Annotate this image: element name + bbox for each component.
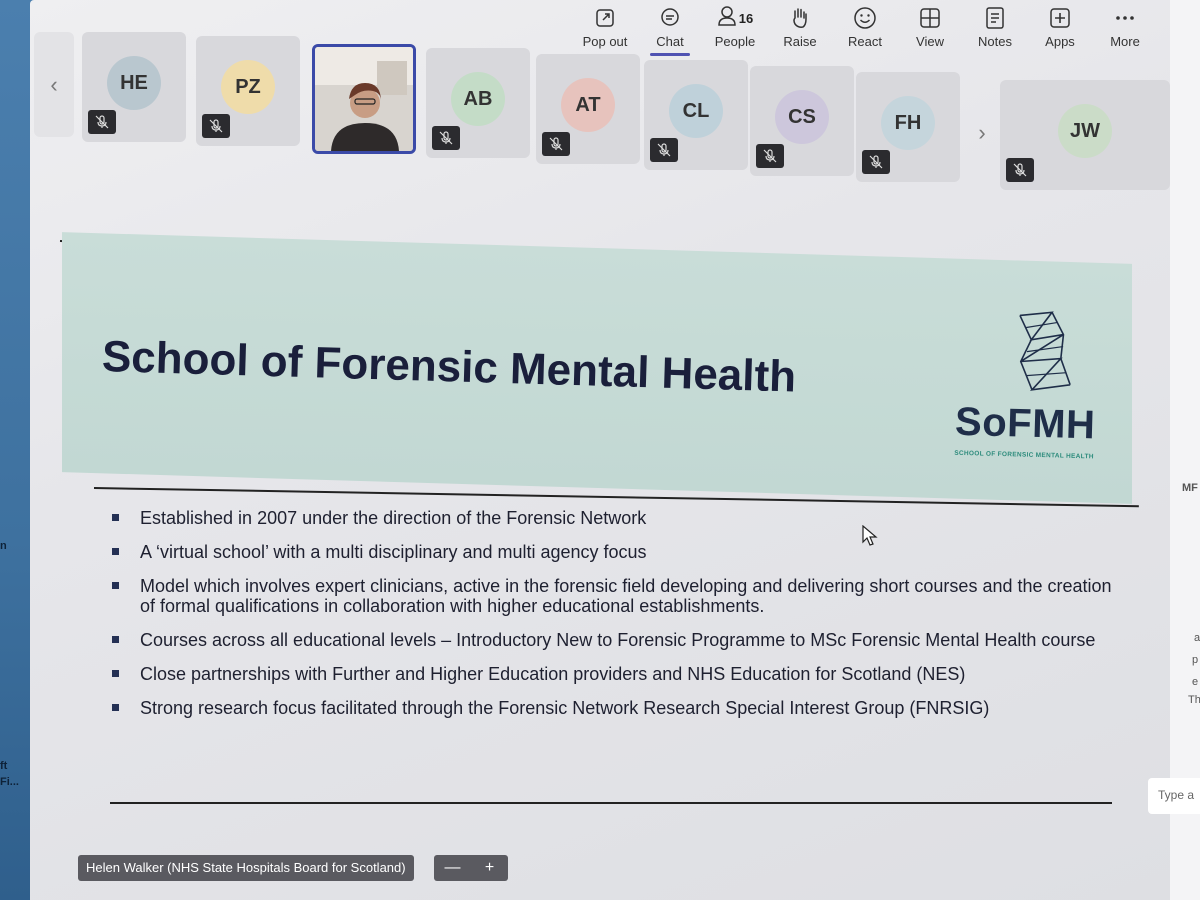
mic-off-icon bbox=[756, 144, 784, 168]
logo-tagline: SCHOOL OF FORENSIC MENTAL HEALTH bbox=[954, 449, 1094, 461]
chat-input[interactable]: Type a bbox=[1148, 778, 1200, 814]
participant-tile[interactable]: FH bbox=[856, 72, 960, 182]
zoom-out-button[interactable]: — bbox=[434, 855, 471, 881]
background-window-strip: n ft Fi... bbox=[0, 0, 34, 900]
mic-off-icon bbox=[432, 126, 460, 150]
plus-square-icon bbox=[1049, 6, 1071, 30]
avatar: PZ bbox=[221, 60, 275, 114]
chat-text: a bbox=[1194, 632, 1200, 644]
mic-off-icon bbox=[542, 132, 570, 156]
scroll-right-button[interactable]: › bbox=[962, 80, 1002, 185]
zoom-control: — + bbox=[434, 855, 508, 881]
chat-text: Th bbox=[1188, 694, 1200, 706]
participant-tile[interactable]: CS bbox=[750, 66, 854, 176]
participant-tile[interactable]: PZ bbox=[196, 36, 300, 146]
bullet-list: Established in 2007 under the direction … bbox=[112, 508, 1122, 732]
people-count-badge: 16 bbox=[738, 10, 754, 26]
chat-text: e bbox=[1192, 676, 1199, 688]
participant-tile[interactable]: JW bbox=[1000, 80, 1170, 190]
participant-tile[interactable]: HE bbox=[82, 32, 186, 142]
meeting-window: Pop out Chat 16 People Raise React View … bbox=[30, 0, 1170, 900]
avatar: AB bbox=[451, 72, 505, 126]
participant-tile[interactable]: CL bbox=[644, 60, 748, 170]
mic-off-icon bbox=[650, 138, 678, 162]
bullet-item: A ‘virtual school’ with a multi discipli… bbox=[112, 542, 1122, 562]
avatar: AT bbox=[561, 78, 615, 132]
chat-text: p bbox=[1192, 654, 1199, 666]
bullet-item: Established in 2007 under the direction … bbox=[112, 508, 1122, 528]
background-text: ft bbox=[0, 760, 8, 772]
shared-slide: School of Forensic Mental Health SoFMH S… bbox=[59, 232, 1140, 815]
bullet-item: Courses across all educational levels – … bbox=[112, 630, 1122, 650]
chevron-right-icon: › bbox=[978, 119, 986, 145]
smiley-icon bbox=[853, 6, 877, 30]
chat-icon bbox=[659, 6, 681, 30]
mouse-pointer-icon bbox=[862, 524, 878, 552]
sofmh-logo: SoFMH SCHOOL OF FORENSIC MENTAL HEALTH bbox=[948, 308, 1132, 473]
mic-off-icon bbox=[88, 110, 116, 134]
logo-mark-icon bbox=[1019, 311, 1071, 391]
avatar: JW bbox=[1058, 104, 1112, 158]
active-speaker-video-tile[interactable] bbox=[312, 44, 416, 154]
participant-tile[interactable]: AT bbox=[536, 54, 640, 164]
chat-pane: MF a p e Th bbox=[1170, 0, 1200, 900]
raise-hand-icon bbox=[790, 6, 810, 30]
logo-wordmark: SoFMH bbox=[954, 399, 1096, 448]
avatar: CL bbox=[669, 84, 723, 138]
participant-strip: ‹ HE PZ AB AT CL CS FH › JW bbox=[30, 28, 1170, 198]
presenter-name-tag: Helen Walker (NHS State Hospitals Board … bbox=[78, 855, 414, 881]
chevron-left-icon: ‹ bbox=[50, 71, 58, 97]
zoom-in-button[interactable]: + bbox=[471, 855, 508, 881]
participant-tile[interactable]: AB bbox=[426, 48, 530, 158]
pop-out-icon bbox=[595, 6, 615, 30]
chat-avatar: MF bbox=[1182, 482, 1198, 494]
bullet-item: Strong research focus facilitated throug… bbox=[112, 698, 1122, 718]
background-text: Fi... bbox=[0, 776, 19, 788]
speaker-video bbox=[315, 47, 413, 151]
ellipsis-icon bbox=[1114, 6, 1136, 30]
grid-icon bbox=[919, 6, 941, 30]
avatar: HE bbox=[107, 56, 161, 110]
scroll-left-button[interactable]: ‹ bbox=[34, 32, 74, 137]
notes-icon bbox=[985, 6, 1005, 30]
bullet-item: Close partnerships with Further and High… bbox=[112, 664, 1122, 684]
bullet-item: Model which involves expert clinicians, … bbox=[112, 576, 1122, 616]
avatar: FH bbox=[881, 96, 935, 150]
mic-off-icon bbox=[862, 150, 890, 174]
divider bbox=[110, 802, 1112, 804]
mic-off-icon bbox=[202, 114, 230, 138]
background-text: n bbox=[0, 540, 7, 552]
avatar: CS bbox=[775, 90, 829, 144]
mic-off-icon bbox=[1006, 158, 1034, 182]
